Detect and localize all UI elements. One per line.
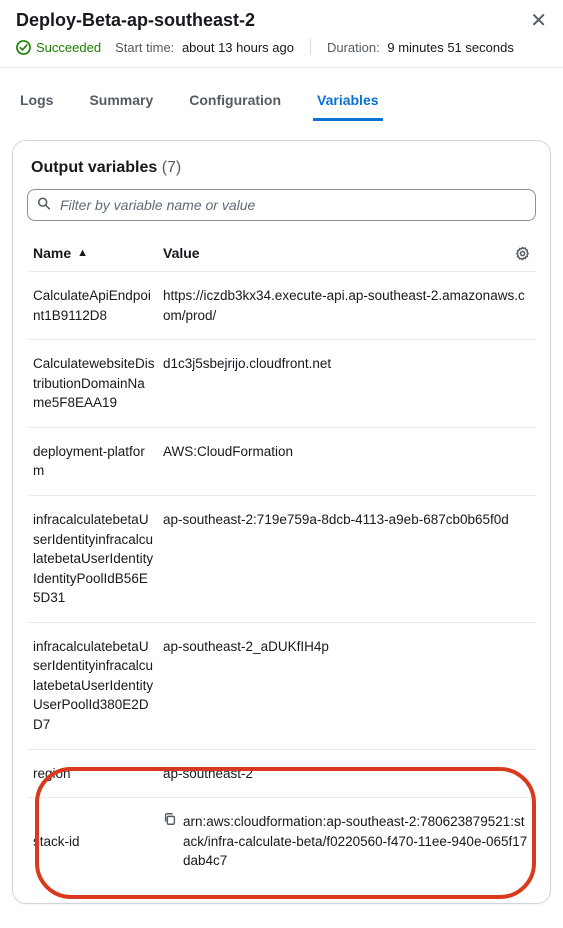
variable-value: https://iczdb3kx34.execute-api.ap-southe… (163, 286, 530, 325)
tab-configuration[interactable]: Configuration (185, 82, 285, 121)
tab-logs[interactable]: Logs (16, 82, 57, 121)
search-icon (37, 197, 51, 214)
variable-name: CalculateApiEndpoint1B9112D8 (33, 286, 163, 325)
divider (310, 39, 311, 55)
table-row: CalculateApiEndpoint1B9112D8https://iczd… (27, 271, 536, 339)
variable-name: infracalculatebetaUserIdentityinfracalcu… (33, 510, 163, 608)
filter-input[interactable] (27, 189, 536, 221)
start-time: Start time: about 13 hours ago (115, 40, 294, 55)
tab-summary[interactable]: Summary (85, 82, 157, 121)
variable-value: ap-southeast-2:719e759a-8dcb-4113-a9eb-6… (163, 510, 530, 608)
column-header-name[interactable]: Name ▲ (33, 245, 163, 261)
variable-value: d1c3j5sbejrijo.cloudfront.net (163, 354, 530, 413)
variable-value: ap-southeast-2_aDUKfIH4p (163, 637, 530, 735)
success-icon (16, 40, 31, 55)
tab-variables[interactable]: Variables (313, 82, 383, 121)
copy-icon[interactable] (163, 812, 177, 826)
table-row: regionap-southeast-2 (27, 749, 536, 798)
panel-title: Output variables (7) (27, 159, 536, 177)
variable-value: AWS:CloudFormation (163, 442, 530, 481)
sort-asc-icon: ▲ (77, 247, 88, 259)
table-row: CalculatewebsiteDistributionDomainName5F… (27, 339, 536, 427)
gear-icon[interactable] (515, 246, 530, 261)
table-row: deployment-platformAWS:CloudFormation (27, 427, 536, 495)
status-label: Succeeded (36, 40, 101, 55)
panel-count: (7) (162, 159, 182, 176)
table-row: infracalculatebetaUserIdentityinfracalcu… (27, 622, 536, 749)
variable-value: ap-southeast-2 (163, 764, 530, 784)
column-header-value[interactable]: Value (163, 245, 530, 261)
table-row: stack-idarn:aws:cloudformation:ap-southe… (27, 797, 536, 885)
output-variables-panel: Output variables (7) Name ▲ Value Calcul… (12, 140, 551, 904)
variables-table: Name ▲ Value CalculateApiEndpoint1B9112D… (27, 235, 536, 885)
close-icon[interactable]: ✕ (530, 11, 547, 31)
page-title: Deploy-Beta-ap-southeast-2 (16, 10, 255, 31)
duration: Duration: 9 minutes 51 seconds (327, 40, 514, 55)
status-badge: Succeeded (16, 40, 101, 55)
variable-name: infracalculatebetaUserIdentityinfracalcu… (33, 637, 163, 735)
variable-name: CalculatewebsiteDistributionDomainName5F… (33, 354, 163, 413)
variable-name: deployment-platform (33, 442, 163, 481)
tab-bar: Logs Summary Configuration Variables (0, 82, 563, 122)
variable-value: arn:aws:cloudformation:ap-southeast-2:78… (163, 812, 530, 871)
variable-name: stack-id (33, 812, 163, 871)
table-row: infracalculatebetaUserIdentityinfracalcu… (27, 495, 536, 622)
variable-name: region (33, 764, 163, 784)
